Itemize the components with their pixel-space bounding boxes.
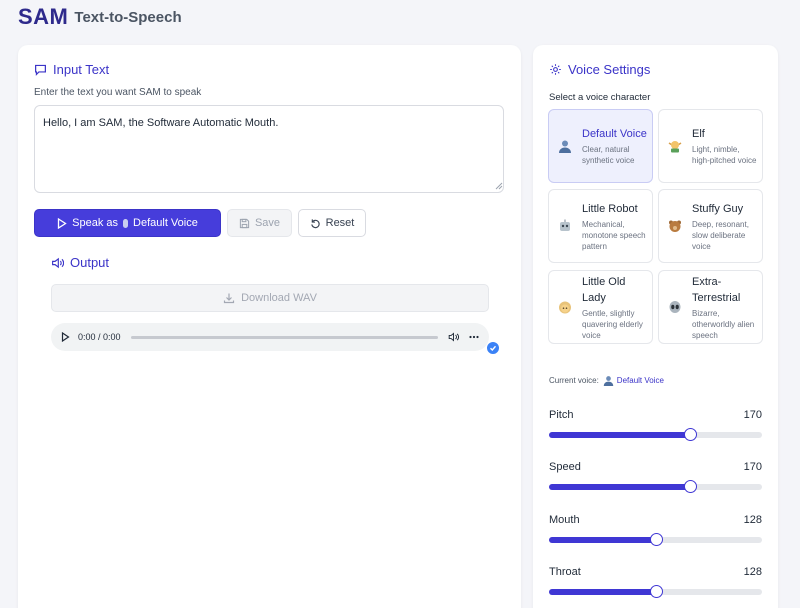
slider-track[interactable] [549,428,762,441]
current-voice: Current voice: Default Voice [549,375,664,386]
play-icon[interactable] [61,332,70,342]
slider-track[interactable] [549,585,762,598]
input-panel: Input Text Enter the text you want SAM t… [18,45,521,608]
pitch-slider: Pitch 170 [549,409,762,449]
save-button[interactable]: Save [227,209,292,237]
speed-slider: Speed 170 [549,461,762,501]
download-wav-button[interactable]: Download WAV [51,284,489,312]
voice-description: Gentle, slightly quavering elderly voice [582,308,643,340]
voice-description: Deep, resonant, slow deliberate voice [692,219,749,251]
voice-description: Bizarre, otherworldly alien speech [692,308,755,340]
voice-card-stuffy-guy[interactable]: Stuffy Guy Deep, resonant, slow delibera… [658,189,763,263]
audio-player: 0:00 / 0:00 [51,323,489,351]
voice-card-extra-terrestrial[interactable]: Extra-Terrestrial Bizarre, otherworldly … [658,270,763,344]
speak-label: Speak as [72,217,119,229]
voice-name: Elf [692,128,705,140]
input-hint: Enter the text you want SAM to speak [34,87,202,98]
speaker-icon [52,257,64,268]
voice-select-label: Select a voice character [549,92,651,103]
slider-value: 128 [743,566,762,578]
voice-grid: Default Voice Clear, natural synthetic v… [548,109,763,355]
voice-name: Extra-Terrestrial [692,275,741,304]
slider-thumb[interactable] [649,533,663,546]
input-title: Input Text [53,62,110,77]
slider-thumb[interactable] [649,585,663,598]
output-title: Output [70,255,110,270]
more-options-icon[interactable] [469,335,479,339]
audio-time: 0:00 / 0:00 [78,332,121,342]
slider-fill [549,537,656,543]
voice-settings-section-title: Voice Settings [549,62,650,77]
microphone-icon [123,218,129,228]
slider-value: 170 [743,461,762,473]
slider-track[interactable] [549,533,762,546]
reset-button[interactable]: Reset [298,209,366,237]
save-label: Save [254,217,281,229]
mouth-slider: Mouth 128 [549,514,762,554]
slider-fill [549,484,690,490]
old-lady-icon [558,300,572,314]
voice-card-elf[interactable]: Elf Light, nimble, high-pitched voice [658,109,763,183]
resize-grip-icon[interactable] [495,182,503,190]
voice-name: Little Robot [582,202,638,215]
slider-label: Mouth [549,514,580,526]
voice-card-little-robot[interactable]: Little Robot Mechanical, monotone speech… [548,189,653,263]
audio-progress-track[interactable] [130,335,438,339]
throat-slider: Throat 128 [549,566,762,606]
input-section-title: Input Text [34,62,109,77]
rotate-left-icon [310,218,320,228]
bear-icon [668,219,682,233]
speak-button[interactable]: Speak as Default Voice [34,209,221,237]
voice-description: Mechanical, monotone speech pattern [582,219,646,251]
slider-fill [549,589,656,595]
download-label: Download WAV [241,292,317,304]
elf-icon [668,139,682,153]
message-icon [35,64,46,76]
app-header: SAM Text-to-Speech [0,0,800,30]
app-logo: SAM [18,4,69,29]
voice-card-default-voice[interactable]: Default Voice Clear, natural synthetic v… [548,109,653,183]
person-icon [603,376,614,386]
slider-label: Throat [549,566,581,578]
gear-icon [550,64,561,75]
voice-name: Default Voice [582,128,647,140]
volume-icon[interactable] [448,332,459,342]
slider-thumb[interactable] [683,480,697,493]
floppy-disk-icon [239,218,250,228]
check-badge-icon [486,341,500,355]
slider-fill [549,432,690,438]
voice-settings-title: Voice Settings [568,62,651,77]
output-section-title: Output [51,255,109,270]
app-subtitle: Text-to-Speech [74,9,182,26]
voice-card-little-old-lady[interactable]: Little Old Lady Gentle, slightly quaveri… [548,270,653,344]
voice-name: Little Old Lady [582,275,626,304]
alien-icon [668,300,682,314]
reset-label: Reset [325,217,355,229]
slider-value: 170 [743,409,762,421]
current-voice-label: Current voice: [549,376,599,385]
robot-icon [558,219,572,233]
download-icon [223,293,235,304]
voice-description: Light, nimble, high-pitched voice [692,145,757,165]
slider-label: Speed [549,461,581,473]
slider-value: 128 [743,514,762,526]
play-icon [57,217,67,229]
voice-description: Clear, natural synthetic voice [582,145,635,165]
speak-voice-name: Default Voice [133,217,198,229]
slider-track[interactable] [549,480,762,493]
current-voice-value: Default Voice [603,375,664,386]
person-icon [558,139,572,153]
voice-settings-panel: Voice Settings Select a voice character … [533,45,778,608]
slider-thumb[interactable] [683,428,697,441]
current-voice-name: Default Voice [616,376,664,385]
text-input[interactable]: Hello, I am SAM, the Software Automatic … [34,105,504,193]
slider-label: Pitch [549,409,574,421]
voice-name: Stuffy Guy [692,202,744,215]
